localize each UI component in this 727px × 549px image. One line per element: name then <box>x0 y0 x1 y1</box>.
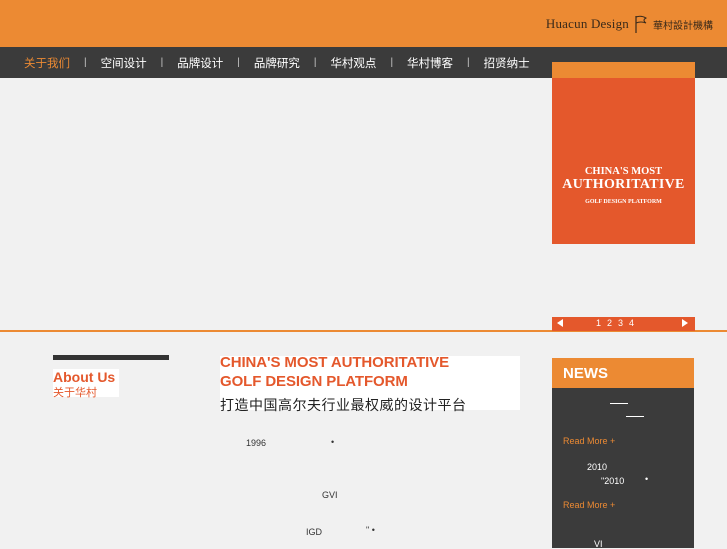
nav-item-blog[interactable]: 华村博客 <box>407 55 453 71</box>
headline-line-2: GOLF DESIGN PLATFORM <box>220 373 408 390</box>
headline-line-1: CHINA'S MOST AUTHORITATIVE <box>220 354 450 371</box>
nav-item-brand-design[interactable]: 品牌设计 <box>177 55 223 71</box>
news-title: NEWS <box>563 365 608 382</box>
promo-line-3: GOLF DESIGN PLATFORM <box>585 199 662 205</box>
news-rule <box>610 403 628 404</box>
about-heading: About Us 关于华村 <box>53 369 119 399</box>
news-year-quoted: "2010 <box>601 476 625 486</box>
body-igd: IGD <box>306 527 323 537</box>
slider-pager: 1 2 3 4 <box>552 317 695 331</box>
nav-separator: | <box>84 57 87 68</box>
brand-name-cn: 華村設計機構 <box>653 20 713 32</box>
read-more-link[interactable]: Read More + <box>563 500 615 510</box>
promo-line-2: AUTHORITATIVE <box>562 177 685 192</box>
page-number[interactable]: 1 <box>596 318 601 328</box>
news-rule <box>626 416 644 417</box>
top-header: Huacun Design 華村設計機構 <box>0 0 727 47</box>
brand-logo[interactable]: Huacun Design 華村設計機構 <box>546 10 713 38</box>
about-title-cn: 关于华村 <box>53 387 97 399</box>
brand-name-en: Huacun Design <box>545 16 629 31</box>
nav-item-brand-research[interactable]: 品牌研究 <box>254 55 300 71</box>
nav-item-viewpoints[interactable]: 华村观点 <box>330 55 376 71</box>
promo-top-strip <box>552 62 695 78</box>
body-bullet: • <box>331 437 335 447</box>
headline-block: CHINA'S MOST AUTHORITATIVE GOLF DESIGN P… <box>220 354 520 413</box>
body-gvi: GVI <box>322 490 338 500</box>
nav-separator: | <box>313 57 317 68</box>
promo-line-1: CHINA'S MOST <box>584 166 663 177</box>
news-year: 2010 <box>587 462 608 472</box>
news-tail: VI <box>594 539 603 549</box>
page-number[interactable]: 2 <box>607 318 612 328</box>
page-number[interactable]: 3 <box>618 318 623 328</box>
page-number[interactable]: 4 <box>629 318 634 328</box>
promo-banner[interactable]: CHINA'S MOST AUTHORITATIVE GOLF DESIGN P… <box>552 78 695 244</box>
flag-icon <box>635 15 648 33</box>
about-title-en: About Us <box>53 369 116 385</box>
page-numbers: 1 2 3 4 <box>596 318 634 328</box>
headline-cn: 打造中国高尔夫行业最权威的设计平台 <box>220 397 467 413</box>
body-quote: " • <box>366 525 375 535</box>
body-year: 1996 <box>246 438 267 448</box>
read-more-link[interactable]: Read More + <box>563 436 615 446</box>
news-panel: Read More + 2010 "2010 • Read More + VI <box>552 388 694 549</box>
prev-arrow-icon[interactable] <box>557 319 563 327</box>
nav-separator: | <box>467 57 470 68</box>
nav-item-about[interactable]: 关于我们 <box>24 55 70 71</box>
nav-list: 关于我们 | 空间设计 | 品牌设计 | 品牌研究 | 华村观点 | 华村博客 … <box>24 47 530 78</box>
next-arrow-icon[interactable] <box>682 319 688 327</box>
nav-separator: | <box>390 57 394 68</box>
nav-item-space-design[interactable]: 空间设计 <box>101 55 147 71</box>
nav-item-careers[interactable]: 招贤纳士 <box>484 55 530 71</box>
news-bullet: • <box>645 474 649 484</box>
nav-separator: | <box>237 57 240 68</box>
about-accent-bar <box>53 355 169 360</box>
news-header: NEWS <box>552 358 694 388</box>
nav-separator: | <box>160 57 164 68</box>
